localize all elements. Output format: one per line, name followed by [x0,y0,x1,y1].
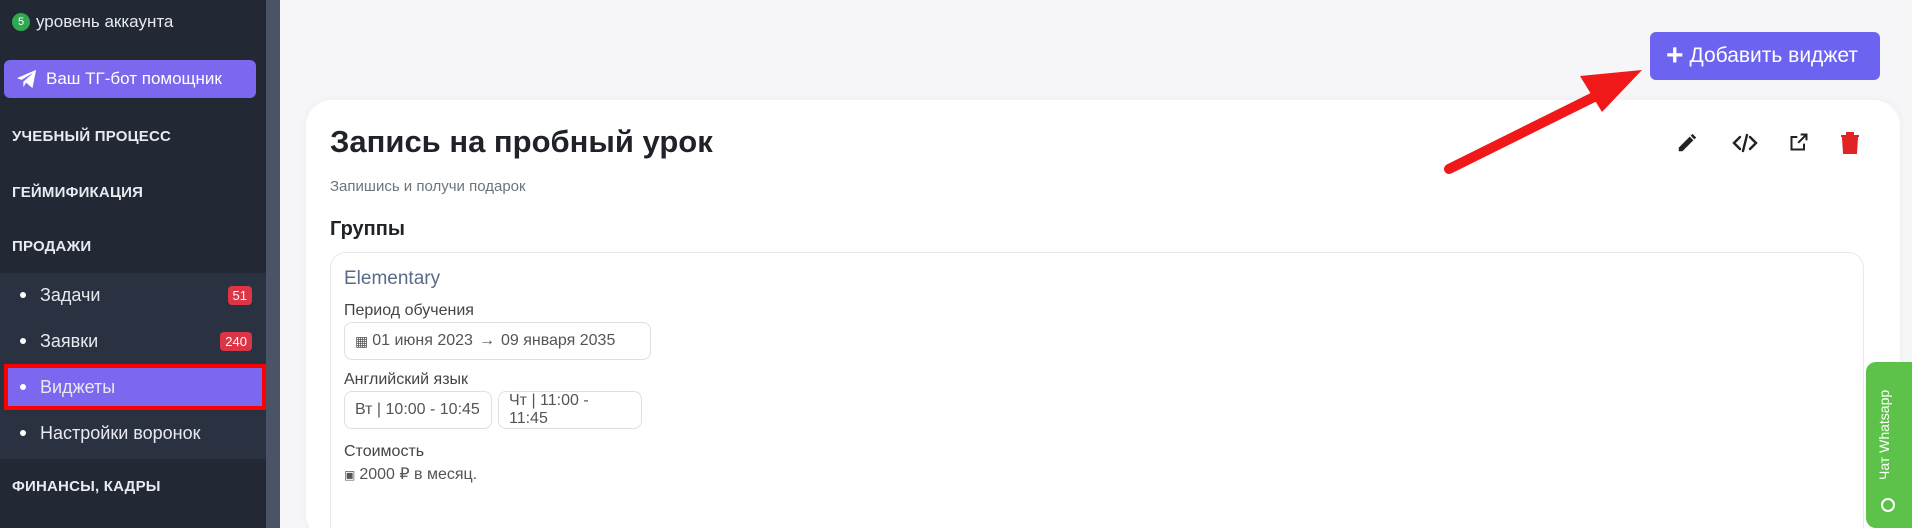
sidebar-item-requests[interactable]: Заявки 240 [0,318,266,364]
sidebar-scrollbar[interactable] [266,0,280,528]
wallet-icon: ▣ [344,468,356,482]
arrow-right-icon: → [478,332,495,349]
whatsapp-chat-label: Чат Whatsapp [1876,389,1892,480]
account-level-label: уровень аккаунта [36,12,174,31]
tg-bot-button[interactable]: Ваш ТГ-бот помощник [4,60,256,98]
period-pill: ▦ 01 июня 2023 → 09 января 2035 [344,322,651,360]
sidebar: 5 уровень аккаунта Ваш ТГ-бот помощник У… [0,0,266,528]
group-name: Elementary [344,268,441,289]
period-label: Период обучения [344,302,474,319]
sidebar-item-label: Настройки воронок [40,422,201,443]
sidebar-item-label: Виджеты [40,376,116,397]
section-gamification[interactable]: ГЕЙМИФИКАЦИЯ [12,184,143,201]
sidebar-item-funnels[interactable]: Настройки воронок [0,410,266,456]
external-link-icon[interactable] [1789,132,1809,152]
groups-heading: Группы [330,218,405,240]
telegram-icon [17,69,37,89]
add-widget-button[interactable]: + Добавить виджет [1650,32,1880,80]
period-end: 09 января 2035 [500,332,616,349]
plus-icon: + [1666,39,1684,72]
sidebar-item-tasks[interactable]: Задачи 51 [0,272,266,318]
whatsapp-icon [1881,498,1895,512]
sidebar-item-widgets[interactable]: Виджеты [4,364,266,410]
account-level-badge: 5 [12,13,30,31]
count-badge: 51 [227,285,252,305]
add-widget-label: Добавить виджет [1689,44,1858,67]
section-finance[interactable]: ФИНАНСЫ, КАДРЫ [12,478,161,495]
cost-label: Стоимость [344,443,425,460]
calendar-icon: ▦ [355,332,369,349]
count-badge: 240 [220,331,252,351]
account-level[interactable]: 5 уровень аккаунта [12,12,173,32]
period-start: 01 июня 2023 [372,332,473,349]
tg-bot-label: Ваш ТГ-бот помощник [46,69,222,88]
cost-value: ▣ 2000 ₽ в месяц. [344,466,478,483]
trash-icon[interactable] [1840,132,1860,154]
schedule-pill: Вт | 10:00 - 10:45 [344,391,492,429]
sidebar-item-label: Задачи [40,284,101,305]
widget-title: Запись на пробный урок [330,124,713,159]
group-card [330,252,1864,528]
schedule-pill: Чт | 11:00 - 11:45 [498,391,642,429]
section-sales[interactable]: ПРОДАЖИ [12,238,91,255]
code-icon[interactable] [1732,132,1758,154]
sidebar-item-label: Заявки [40,330,99,351]
edit-icon[interactable] [1676,132,1698,154]
widget-subtitle: Запишись и получи подарок [330,178,526,195]
subject-label: Английский язык [344,371,469,388]
section-learning[interactable]: УЧЕБНЫЙ ПРОЦЕСС [12,128,171,145]
